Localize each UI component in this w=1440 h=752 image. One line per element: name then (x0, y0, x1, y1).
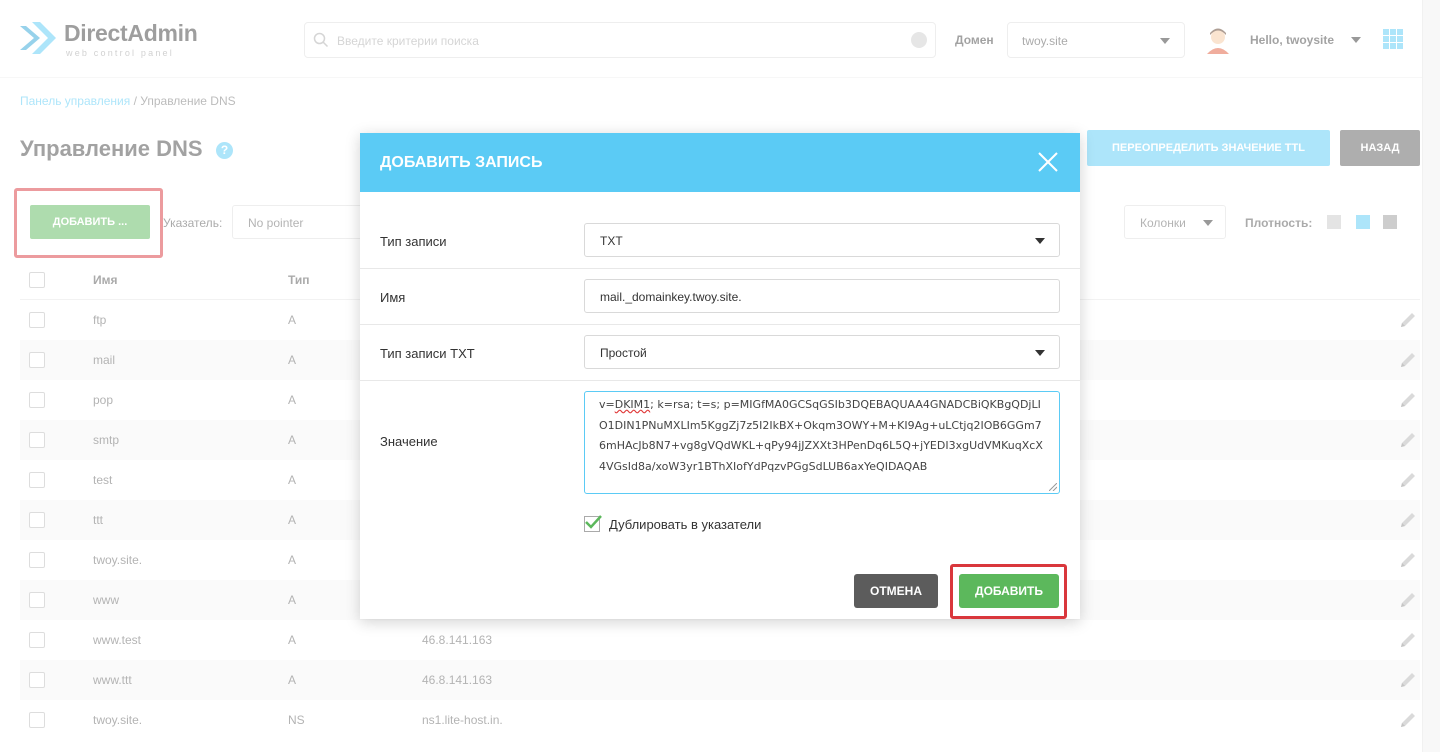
value-textarea[interactable]: v=DKIM1; k=rsa; t=s; p=MIGfMA0GCSqGSIb3D… (584, 391, 1060, 494)
add-record-dialog: ДОБАВИТЬ ЗАПИСЬ Тип записи TXT Имя mail.… (360, 133, 1080, 619)
value-prefix: v= (599, 398, 615, 411)
field-name: Имя mail._domainkey.twoy.site. (360, 269, 1080, 325)
txt-type-select[interactable]: Простой (584, 335, 1060, 369)
chevron-down-icon (1035, 238, 1045, 244)
close-icon[interactable] (1038, 152, 1058, 172)
name-label: Имя (380, 290, 406, 305)
cancel-button[interactable]: ОТМЕНА (854, 574, 938, 608)
txt-type-label: Тип записи TXT (380, 346, 475, 361)
duplicate-label: Дублировать в указатели (609, 517, 762, 532)
value-label: Значение (380, 434, 438, 449)
name-value: mail._domainkey.twoy.site. (600, 290, 742, 304)
value-spellcheck-word: DKIM1 (614, 398, 651, 411)
record-type-select[interactable]: TXT (584, 223, 1060, 257)
chevron-down-icon (1035, 350, 1045, 356)
record-type-label: Тип записи (380, 234, 447, 249)
record-type-value: TXT (600, 234, 623, 248)
field-txt-type: Тип записи TXT Простой (360, 325, 1080, 381)
highlight-frame-submit (950, 564, 1067, 619)
resize-handle-icon[interactable] (1049, 483, 1057, 491)
dialog-header: ДОБАВИТЬ ЗАПИСЬ (360, 133, 1080, 192)
dialog-title: ДОБАВИТЬ ЗАПИСЬ (380, 154, 543, 171)
txt-type-value: Простой (600, 346, 647, 360)
checkmark-icon (585, 515, 602, 529)
duplicate-checkbox[interactable] (584, 515, 602, 532)
value-rest: ; k=rsa; t=s; p=MIGfMA0GCSqGSIb3DQEBAQUA… (599, 398, 1043, 473)
name-input[interactable]: mail._domainkey.twoy.site. (584, 279, 1060, 313)
field-record-type: Тип записи TXT (360, 212, 1080, 269)
